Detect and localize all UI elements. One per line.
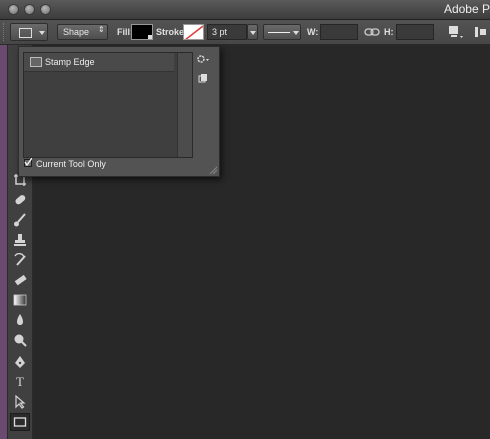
gear-icon[interactable]	[196, 53, 210, 65]
current-tool-only-checkbox[interactable]	[24, 158, 32, 167]
tool-preset-picker[interactable]	[10, 23, 48, 41]
swatch-corner-icon	[148, 35, 152, 39]
checkmark-icon	[24, 158, 32, 166]
no-color-slash-icon	[185, 25, 203, 39]
path-alignment-button[interactable]	[472, 24, 490, 40]
type-icon[interactable]: T	[10, 373, 30, 391]
tool-preset-panel: Stamp Edge Current Tool Only	[18, 46, 220, 177]
stroke-type-select[interactable]	[263, 24, 301, 40]
width-label: W:	[307, 27, 319, 37]
brush-icon[interactable]	[10, 211, 30, 229]
path-operations-icon	[449, 26, 463, 38]
dropdown-arrow-icon	[39, 31, 45, 35]
current-tool-only-label: Current Tool Only	[36, 159, 106, 169]
list-item[interactable]: Stamp Edge	[24, 53, 174, 72]
resize-grip-icon[interactable]	[209, 166, 218, 175]
height-input[interactable]	[396, 24, 434, 40]
zoom-window-button[interactable]	[40, 4, 51, 15]
window-title: Adobe P	[443, 2, 490, 16]
rectangle-shape-icon[interactable]	[10, 413, 30, 431]
minimize-window-button[interactable]	[24, 4, 35, 15]
eraser-icon[interactable]	[10, 271, 30, 289]
dropdown-arrow-icon	[250, 31, 256, 35]
rectangle-preset-icon	[19, 28, 32, 38]
stroke-line-icon	[268, 32, 290, 33]
path-operations-button[interactable]	[446, 24, 466, 40]
gradient-icon[interactable]	[10, 291, 30, 309]
fill-color-swatch[interactable]	[131, 24, 153, 40]
path-selection-icon[interactable]	[10, 393, 30, 411]
preset-label: Stamp Edge	[45, 57, 95, 67]
close-window-button[interactable]	[8, 4, 19, 15]
path-alignment-icon	[475, 27, 486, 37]
stroke-width-dropdown[interactable]	[247, 24, 258, 40]
dropdown-arrow-icon	[293, 31, 299, 35]
title-bar: Adobe P	[0, 0, 490, 20]
link-dimensions-icon[interactable]	[364, 25, 380, 39]
preset-rectangle-icon	[30, 57, 42, 67]
healing-brush-icon[interactable]	[10, 191, 30, 209]
stroke-width-input[interactable]: 3 pt	[207, 24, 247, 40]
panel-grip	[3, 23, 7, 41]
history-brush-icon[interactable]	[10, 251, 30, 269]
dodge-icon[interactable]	[10, 331, 30, 349]
stroke-color-swatch[interactable]	[183, 24, 204, 40]
list-scrollbar[interactable]	[177, 53, 192, 157]
stepper-arrows-icon: ⇕	[98, 25, 105, 34]
stroke-width-value: 3 pt	[212, 27, 228, 37]
clone-stamp-icon[interactable]	[10, 231, 30, 249]
tool-preset-list[interactable]: Stamp Edge	[23, 52, 193, 158]
pen-icon[interactable]	[10, 353, 30, 371]
options-bar: Shape ⇕ Fill: Stroke: 3 pt W: H:	[0, 20, 490, 45]
height-label: H:	[384, 27, 394, 37]
width-input[interactable]	[320, 24, 358, 40]
shape-mode-value: Shape	[63, 27, 90, 37]
create-new-preset-icon[interactable]	[198, 73, 208, 83]
blur-icon[interactable]	[10, 311, 30, 329]
shape-mode-select[interactable]: Shape ⇕	[57, 24, 108, 40]
